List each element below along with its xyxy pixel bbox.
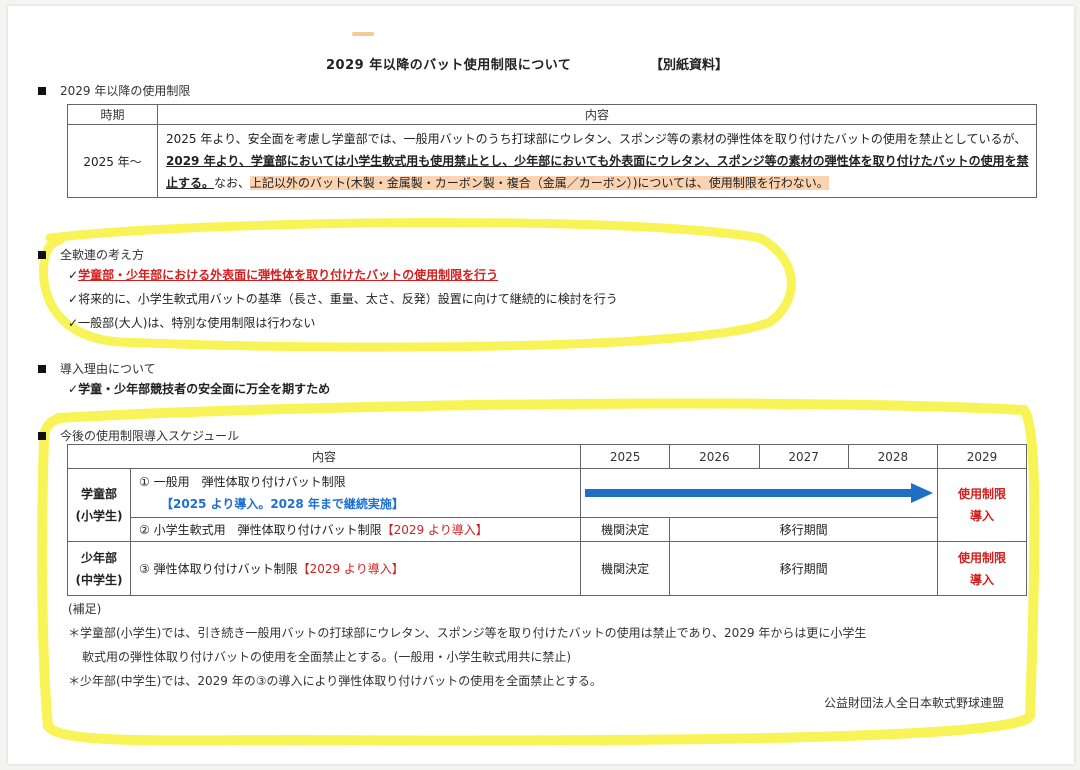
usage-restriction-table: 時期 内容 2025 年～ 2025 年より、安全面を考慮し学童部では、一般用バ… xyxy=(67,104,1037,198)
content-cell: 2025 年より、安全面を考慮し学童部では、一般用バットのうち打球部にウレタン、… xyxy=(157,124,1037,198)
document-title: 2029 年以降のバット使用制限について xyxy=(326,58,572,73)
schedule-col-content: 内容 xyxy=(67,444,581,469)
col-period-header: 時期 xyxy=(67,104,158,125)
col-content-header: 内容 xyxy=(157,104,1037,125)
year-header: 2026 xyxy=(669,444,760,469)
group-junior-high: 少年部 (中学生) xyxy=(67,541,131,596)
row1-text: ① 一般用 弾性体取り付けバット制限 xyxy=(139,475,346,489)
section2-item1: ✓学童部・少年部における外表面に弾性体を取り付けたバットの使用制限を行う xyxy=(68,268,499,282)
schedule-table: 内容 2025 2026 2027 2028 2029 学童部 (小学生) ① … xyxy=(67,444,1027,596)
row1-arrow-cell xyxy=(580,468,938,518)
period-cell: 2025 年～ xyxy=(67,124,158,198)
bullet-square-icon xyxy=(38,364,46,373)
section1-heading: 2029 年以降の使用制限 xyxy=(38,82,190,99)
organization-name: 公益財団法人全日本軟式野球連盟 xyxy=(824,696,1005,710)
section3-heading: 導入理由について xyxy=(38,360,156,377)
notes-title: (補足) xyxy=(68,602,102,616)
section3-heading-text: 導入理由について xyxy=(60,362,156,376)
check-icon: ✓ xyxy=(68,292,79,306)
row2-start: 機関決定 xyxy=(579,517,671,542)
row2-mid: 移行期間 xyxy=(669,517,938,542)
note1-line2: 軟式用の弾性体取り付けバットの使用を全面禁止とする。(一般用・小学生軟式用共に禁… xyxy=(82,650,572,664)
bullet-square-icon xyxy=(38,431,46,440)
schedule-row3: ③ 弾性体取り付けバット制限【2029 より導入】 xyxy=(130,541,581,596)
section2-heading: 全軟連の考え方 xyxy=(38,246,144,263)
check-icon: ✓ xyxy=(68,382,79,396)
check-icon: ✓ xyxy=(68,316,79,330)
section2-item3: ✓一般部(大人)は、特別な使用制限は行わない xyxy=(68,316,316,330)
document-tag: 【別紙資料】 xyxy=(650,58,729,73)
section2-item2: ✓将来的に、小学生軟式用バットの基準（長さ、重量、太さ、反発）設置に向けて継続的… xyxy=(68,292,618,306)
row3-end-label: 使用制限 導入 xyxy=(937,541,1027,596)
blue-arrow-icon xyxy=(585,483,933,503)
row1-end-label: 使用制限 導入 xyxy=(937,468,1027,542)
bullet-square-icon xyxy=(38,86,46,95)
note1-line1: ＊学童部(小学生)では、引き続き一般用バットの打球部にウレタン、スポンジ等を取り… xyxy=(68,626,867,640)
section3-item1: ✓学童・少年部競技者の安全面に万全を期すため xyxy=(68,382,331,396)
year-header: 2027 xyxy=(758,444,849,469)
content-text-a: 2025 年より、安全面を考慮し学童部では、一般用バットのうち打球部にウレタン、… xyxy=(166,132,1027,146)
note2: ＊少年部(中学生)では、2029 年の③の導入により弾性体取り付けバットの使用を… xyxy=(68,674,602,688)
bullet-square-icon xyxy=(38,250,46,259)
schedule-row2: ② 小学生軟式用 弾性体取り付けバット制限【2029 より導入】 xyxy=(130,517,581,542)
year-header: 2025 xyxy=(579,444,671,469)
content-text-d: 上記以外のバット(木製・金属製・カーボン製・複合（金属／カーボン）)については、… xyxy=(250,176,829,190)
year-header: 2028 xyxy=(847,444,939,469)
schedule-row1: ① 一般用 弾性体取り付けバット制限 【2025 より導入。2028 年まで継続… xyxy=(130,468,581,518)
content-text-c: なお、 xyxy=(214,176,251,190)
orange-marker-mark xyxy=(352,32,374,36)
group-elementary: 学童部 (小学生) xyxy=(67,468,131,542)
row1-sub: 【2025 より導入。2028 年まで継続実施】 xyxy=(161,497,404,511)
row3-mid: 移行期間 xyxy=(669,541,938,596)
section4-heading-text: 今後の使用制限導入スケジュール xyxy=(60,429,240,443)
row3-start: 機関決定 xyxy=(579,541,671,596)
section4-heading: 今後の使用制限導入スケジュール xyxy=(38,427,239,444)
check-icon: ✓ xyxy=(68,268,79,282)
year-header: 2029 xyxy=(937,444,1027,469)
section1-heading-text: 2029 年以降の使用制限 xyxy=(60,84,191,98)
section2-heading-text: 全軟連の考え方 xyxy=(60,248,145,262)
